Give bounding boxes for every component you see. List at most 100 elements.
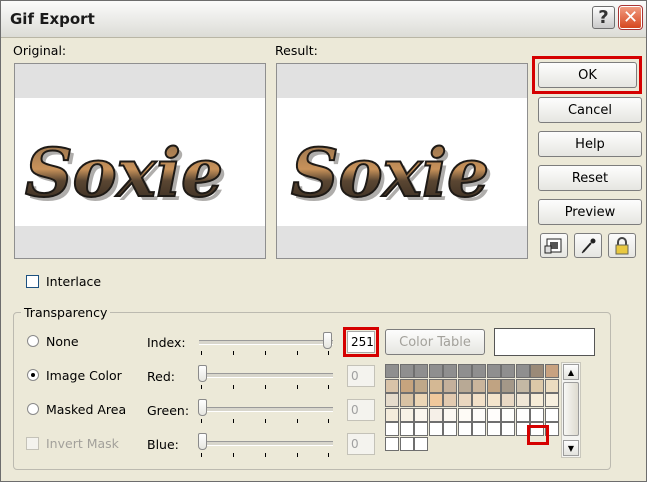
ok-button[interactable]: OK (538, 62, 637, 88)
palette-cell[interactable] (487, 379, 501, 393)
close-button[interactable]: ✕ (618, 5, 643, 30)
palette-cell[interactable] (458, 408, 472, 422)
palette-cell[interactable] (385, 437, 399, 451)
palette-cell[interactable] (516, 393, 530, 407)
radio-none[interactable] (27, 335, 39, 347)
palette-cell[interactable] (472, 422, 486, 436)
palette-cell[interactable] (429, 379, 443, 393)
palette-cell[interactable] (400, 422, 414, 436)
palette-cell[interactable] (472, 408, 486, 422)
lock-button[interactable] (608, 233, 636, 258)
palette-cell[interactable] (545, 393, 559, 407)
palette-cell[interactable] (458, 422, 472, 436)
scroll-up-button[interactable]: ▲ (563, 364, 579, 380)
palette-cell[interactable] (530, 364, 544, 378)
palette-cell[interactable] (400, 379, 414, 393)
palette-cell[interactable] (385, 393, 399, 407)
cancel-button[interactable]: Cancel (538, 97, 642, 123)
palette-cell[interactable] (530, 408, 544, 422)
help-title-button[interactable]: ? (592, 6, 615, 29)
palette-cell[interactable] (501, 422, 515, 436)
palette-cell[interactable] (472, 379, 486, 393)
palette-cell[interactable] (443, 364, 457, 378)
palette-cell[interactable] (501, 393, 515, 407)
palette-cell[interactable] (400, 408, 414, 422)
palette-cell[interactable] (443, 393, 457, 407)
index-value-field[interactable]: 251 (347, 331, 375, 353)
palette-cell[interactable] (516, 408, 530, 422)
index-slider-track[interactable] (199, 340, 333, 345)
palette-cell[interactable] (458, 364, 472, 378)
palette-cell[interactable] (487, 364, 501, 378)
palette-cell[interactable] (501, 408, 515, 422)
palette-cell[interactable] (530, 379, 544, 393)
palette-cell[interactable] (385, 379, 399, 393)
preview-button[interactable]: Preview (538, 199, 642, 225)
red-value-field[interactable]: 0 (347, 365, 375, 387)
result-preview[interactable]: Soxie Soxie (276, 63, 528, 259)
svg-text:Soxie: Soxie (291, 134, 489, 212)
palette-cell[interactable] (414, 437, 428, 451)
tick (297, 385, 298, 389)
palette-cell[interactable] (414, 422, 428, 436)
palette-cell[interactable] (385, 364, 399, 378)
eyedropper-button[interactable] (574, 233, 602, 258)
palette-cell[interactable] (443, 379, 457, 393)
palette-cell[interactable] (429, 408, 443, 422)
invert-mask-label: Invert Mask (46, 436, 119, 451)
palette-cell[interactable] (400, 364, 414, 378)
blue-value-field[interactable]: 0 (347, 433, 375, 455)
original-preview[interactable]: Soxie Soxie (14, 63, 266, 259)
palette-cell[interactable] (472, 393, 486, 407)
radio-none-label: None (46, 334, 79, 349)
blue-slider-track[interactable] (199, 441, 333, 446)
palette-cell[interactable] (530, 393, 544, 407)
palette-cell[interactable] (414, 379, 428, 393)
radio-image-color[interactable] (27, 369, 39, 381)
palette-cell[interactable] (385, 408, 399, 422)
radio-masked-area[interactable] (27, 403, 39, 415)
palette-cell[interactable] (429, 364, 443, 378)
palette-cell[interactable] (545, 379, 559, 393)
palette-cell[interactable] (487, 408, 501, 422)
green-value-field[interactable]: 0 (347, 399, 375, 421)
palette-cell[interactable] (400, 393, 414, 407)
palette-cell[interactable] (429, 422, 443, 436)
palette-cell[interactable] (501, 364, 515, 378)
blue-slider-thumb[interactable] (198, 433, 207, 450)
palette-cell[interactable] (516, 364, 530, 378)
palette-cell[interactable] (443, 408, 457, 422)
scroll-down-button[interactable]: ▼ (563, 440, 579, 456)
green-slider-thumb[interactable] (198, 399, 207, 416)
help-button[interactable]: Help (538, 131, 642, 157)
palette-cell[interactable] (487, 393, 501, 407)
green-slider-track[interactable] (199, 407, 333, 412)
palette-cell[interactable] (501, 379, 515, 393)
palette-cell[interactable] (516, 379, 530, 393)
palette-cell[interactable] (414, 364, 428, 378)
palette-cell[interactable] (429, 393, 443, 407)
interlace-checkbox[interactable] (26, 275, 39, 288)
palette-scrollbar[interactable]: ▲ ▼ (561, 362, 581, 458)
invert-mask-checkbox[interactable] (26, 437, 39, 450)
index-slider-thumb[interactable] (323, 332, 332, 349)
palette-cell[interactable] (458, 379, 472, 393)
palette-cell[interactable] (472, 364, 486, 378)
palette-cell[interactable] (545, 364, 559, 378)
palette-cell[interactable] (385, 422, 399, 436)
palette-cell[interactable] (400, 437, 414, 451)
radio-image-color-label: Image Color (46, 368, 122, 383)
palette-cell[interactable] (414, 393, 428, 407)
proof-button[interactable] (540, 233, 568, 258)
palette-cell[interactable] (443, 422, 457, 436)
tick (233, 385, 234, 389)
red-slider-thumb[interactable] (198, 365, 207, 382)
reset-button[interactable]: Reset (538, 165, 642, 191)
red-slider-track[interactable] (199, 373, 333, 378)
palette-cell[interactable] (545, 408, 559, 422)
palette-cell[interactable] (414, 408, 428, 422)
palette-cell[interactable] (487, 422, 501, 436)
palette-cell[interactable] (458, 393, 472, 407)
scroll-thumb[interactable] (563, 382, 579, 436)
color-table-button[interactable]: Color Table (385, 329, 485, 355)
